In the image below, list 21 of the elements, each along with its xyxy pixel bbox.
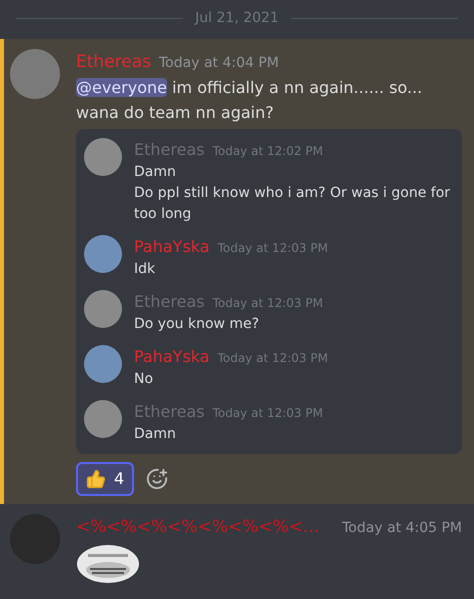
timestamp: Today at 12:03 PM xyxy=(218,240,328,257)
message-text: Damn xyxy=(134,425,177,444)
message-text: Idk xyxy=(134,260,156,279)
message-text: Damn xyxy=(134,163,177,182)
mention-link[interactable]: @everyone xyxy=(76,78,167,97)
author-name[interactable]: PahaYska xyxy=(134,345,210,369)
timestamp: Today at 12:03 PM xyxy=(212,295,323,312)
reaction-button[interactable]: 4 xyxy=(76,462,134,496)
timestamp: Today at 4:04 PM xyxy=(159,54,279,73)
timestamp: Today at 12:03 PM xyxy=(218,350,328,367)
message-text: Do you know me? xyxy=(134,315,260,334)
timestamp: Today at 12:02 PM xyxy=(212,143,323,160)
date-divider: Jul 21, 2021 xyxy=(195,9,279,28)
message-text: Do ppl still know who i am? Or was i gone for too long xyxy=(134,184,452,224)
author-name[interactable]: Ethereas xyxy=(76,49,151,75)
author-name[interactable]: PahaYska xyxy=(134,235,210,259)
message-text: @everyone im officially a nn again...... so... wana do team nn again? xyxy=(76,77,424,124)
message-text: No xyxy=(134,370,154,389)
timestamp: Today at 4:05 PM xyxy=(342,519,462,538)
timestamp: Today at 12:03 PM xyxy=(212,405,323,422)
author-name[interactable]: <%<%<%<%<%<%<%<... xyxy=(76,514,320,540)
